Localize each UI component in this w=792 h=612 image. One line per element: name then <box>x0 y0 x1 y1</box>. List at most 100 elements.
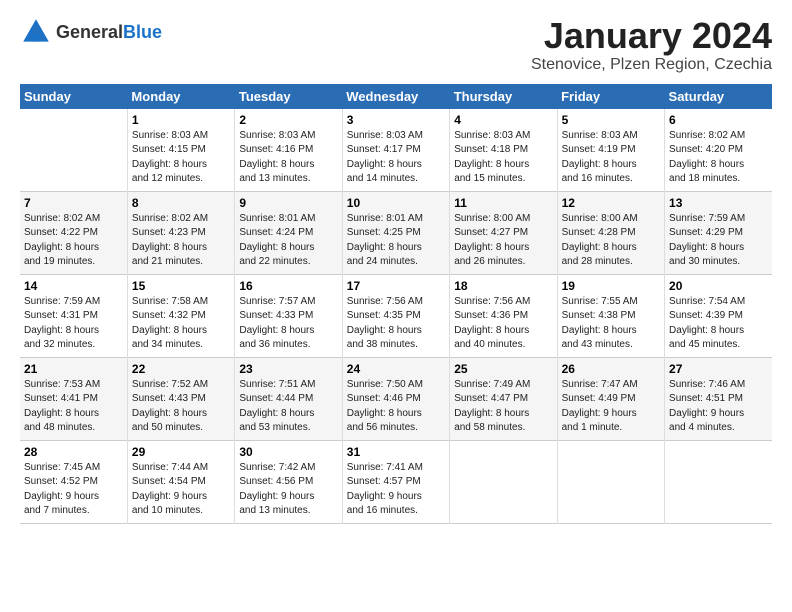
calendar-cell: 1Sunrise: 8:03 AM Sunset: 4:15 PM Daylig… <box>127 109 234 192</box>
calendar-cell: 11Sunrise: 8:00 AM Sunset: 4:27 PM Dayli… <box>450 191 557 274</box>
weekday-header-row: SundayMondayTuesdayWednesdayThursdayFrid… <box>20 84 772 109</box>
calendar-cell: 25 Sunrise: 7:49 AM Sunset: 4:47 PM Dayli… <box>450 357 557 440</box>
calendar-cell <box>20 109 127 192</box>
logo-icon <box>20 16 52 48</box>
day-info: Sunrise: 7:52 AM Sunset: 4:43 PM Dayligh… <box>132 378 230 436</box>
day-info: Sunrise: 7:59 AM Sunset: 4:29 PM Dayligh… <box>669 212 768 270</box>
day-info: Sunrise: 7:46 AM Sunset: 4:51 PM Dayligh… <box>669 378 768 436</box>
calendar-cell: 2Sunrise: 8:03 AM Sunset: 4:16 PM Daylig… <box>235 109 342 192</box>
calendar-cell: 10Sunrise: 8:01 AM Sunset: 4:25 PM Dayli… <box>342 191 449 274</box>
day-number: 9 <box>239 196 337 210</box>
logo: GeneralBlue <box>20 16 162 48</box>
logo-general: General <box>56 22 123 42</box>
calendar-cell: 15 Sunrise: 7:58 AM Sunset: 4:32 PM Dayli… <box>127 274 234 357</box>
calendar-cell: 4 Sunrise: 8:03 AM Sunset: 4:18 PM Daylig… <box>450 109 557 192</box>
calendar-cell: 17 Sunrise: 7:56 AM Sunset: 4:35 PM Dayli… <box>342 274 449 357</box>
day-number: 22 <box>132 362 230 376</box>
weekday-header-monday: Monday <box>127 84 234 109</box>
day-number: 16 <box>239 279 337 293</box>
day-number: 13 <box>669 196 768 210</box>
day-number: 25 <box>454 362 552 376</box>
day-info: Sunrise: 7:41 AM Sunset: 4:57 PM Dayligh… <box>347 461 445 519</box>
day-number: 31 <box>347 445 445 459</box>
calendar-cell: 23 Sunrise: 7:51 AM Sunset: 4:44 PM Dayli… <box>235 357 342 440</box>
calendar-cell: 21 Sunrise: 7:53 AM Sunset: 4:41 PM Dayli… <box>20 357 127 440</box>
day-number: 15 <box>132 279 230 293</box>
calendar-cell: 16Sunrise: 7:57 AM Sunset: 4:33 PM Dayli… <box>235 274 342 357</box>
logo-text: GeneralBlue <box>56 22 162 43</box>
day-info: Sunrise: 8:03 AM Sunset: 4:19 PM Dayligh… <box>562 129 660 187</box>
day-number: 4 <box>454 113 552 127</box>
day-number: 27 <box>669 362 768 376</box>
day-info: Sunrise: 7:56 AM Sunset: 4:36 PM Dayligh… <box>454 295 552 353</box>
day-number: 21 <box>24 362 123 376</box>
day-info: Sunrise: 7:56 AM Sunset: 4:35 PM Dayligh… <box>347 295 445 353</box>
calendar-cell: 20 Sunrise: 7:54 AM Sunset: 4:39 PM Dayli… <box>665 274 772 357</box>
calendar-cell: 12Sunrise: 8:00 AM Sunset: 4:28 PM Dayli… <box>557 191 664 274</box>
calendar-row-1: 7 Sunrise: 8:02 AM Sunset: 4:22 PM Daylig… <box>20 191 772 274</box>
day-info: Sunrise: 8:03 AM Sunset: 4:18 PM Dayligh… <box>454 129 552 187</box>
header: GeneralBlue January 2024 Stenovice, Plze… <box>20 16 772 74</box>
calendar-cell: 18 Sunrise: 7:56 AM Sunset: 4:36 PM Dayli… <box>450 274 557 357</box>
calendar-title: January 2024 <box>531 16 772 56</box>
weekday-header-wednesday: Wednesday <box>342 84 449 109</box>
day-info: Sunrise: 7:54 AM Sunset: 4:39 PM Dayligh… <box>669 295 768 353</box>
day-info: Sunrise: 8:01 AM Sunset: 4:24 PM Dayligh… <box>239 212 337 270</box>
calendar-location: Stenovice, Plzen Region, Czechia <box>531 56 772 74</box>
day-number: 23 <box>239 362 337 376</box>
day-info: Sunrise: 7:45 AM Sunset: 4:52 PM Dayligh… <box>24 461 123 519</box>
calendar-cell: 7 Sunrise: 8:02 AM Sunset: 4:22 PM Daylig… <box>20 191 127 274</box>
calendar-cell: 3 Sunrise: 8:03 AM Sunset: 4:17 PM Daylig… <box>342 109 449 192</box>
day-info: Sunrise: 7:53 AM Sunset: 4:41 PM Dayligh… <box>24 378 123 436</box>
calendar-cell: 14Sunrise: 7:59 AM Sunset: 4:31 PM Dayli… <box>20 274 127 357</box>
day-info: Sunrise: 8:02 AM Sunset: 4:22 PM Dayligh… <box>24 212 123 270</box>
day-number: 20 <box>669 279 768 293</box>
day-number: 26 <box>562 362 660 376</box>
day-info: Sunrise: 8:02 AM Sunset: 4:23 PM Dayligh… <box>132 212 230 270</box>
calendar-table: SundayMondayTuesdayWednesdayThursdayFrid… <box>20 84 772 524</box>
day-number: 3 <box>347 113 445 127</box>
weekday-header-sunday: Sunday <box>20 84 127 109</box>
day-info: Sunrise: 7:49 AM Sunset: 4:47 PM Dayligh… <box>454 378 552 436</box>
calendar-cell: 22 Sunrise: 7:52 AM Sunset: 4:43 PM Dayli… <box>127 357 234 440</box>
day-number: 19 <box>562 279 660 293</box>
calendar-cell: 28Sunrise: 7:45 AM Sunset: 4:52 PM Dayli… <box>20 440 127 523</box>
day-number: 18 <box>454 279 552 293</box>
calendar-cell: 26 Sunrise: 7:47 AM Sunset: 4:49 PM Dayli… <box>557 357 664 440</box>
calendar-cell: 24 Sunrise: 7:50 AM Sunset: 4:46 PM Dayli… <box>342 357 449 440</box>
day-info: Sunrise: 8:03 AM Sunset: 4:16 PM Dayligh… <box>239 129 337 187</box>
day-info: Sunrise: 7:58 AM Sunset: 4:32 PM Dayligh… <box>132 295 230 353</box>
calendar-cell <box>557 440 664 523</box>
day-number: 8 <box>132 196 230 210</box>
calendar-cell: 8 Sunrise: 8:02 AM Sunset: 4:23 PM Daylig… <box>127 191 234 274</box>
day-info: Sunrise: 7:55 AM Sunset: 4:38 PM Dayligh… <box>562 295 660 353</box>
day-info: Sunrise: 8:03 AM Sunset: 4:17 PM Dayligh… <box>347 129 445 187</box>
calendar-cell <box>450 440 557 523</box>
calendar-row-4: 28Sunrise: 7:45 AM Sunset: 4:52 PM Dayli… <box>20 440 772 523</box>
calendar-cell: 27 Sunrise: 7:46 AM Sunset: 4:51 PM Dayli… <box>665 357 772 440</box>
calendar-row-3: 21 Sunrise: 7:53 AM Sunset: 4:41 PM Dayli… <box>20 357 772 440</box>
weekday-header-thursday: Thursday <box>450 84 557 109</box>
logo-blue: Blue <box>123 22 162 42</box>
calendar-cell <box>665 440 772 523</box>
day-info: Sunrise: 7:59 AM Sunset: 4:31 PM Dayligh… <box>24 295 123 353</box>
day-number: 17 <box>347 279 445 293</box>
day-number: 1 <box>132 113 230 127</box>
day-info: Sunrise: 8:02 AM Sunset: 4:20 PM Dayligh… <box>669 129 768 187</box>
calendar-cell: 19 Sunrise: 7:55 AM Sunset: 4:38 PM Dayli… <box>557 274 664 357</box>
day-number: 24 <box>347 362 445 376</box>
day-number: 7 <box>24 196 123 210</box>
calendar-row-0: 1Sunrise: 8:03 AM Sunset: 4:15 PM Daylig… <box>20 109 772 192</box>
day-number: 29 <box>132 445 230 459</box>
day-info: Sunrise: 7:47 AM Sunset: 4:49 PM Dayligh… <box>562 378 660 436</box>
day-info: Sunrise: 8:00 AM Sunset: 4:27 PM Dayligh… <box>454 212 552 270</box>
day-number: 6 <box>669 113 768 127</box>
day-info: Sunrise: 7:50 AM Sunset: 4:46 PM Dayligh… <box>347 378 445 436</box>
weekday-header-tuesday: Tuesday <box>235 84 342 109</box>
page: GeneralBlue January 2024 Stenovice, Plze… <box>0 0 792 534</box>
day-info: Sunrise: 7:51 AM Sunset: 4:44 PM Dayligh… <box>239 378 337 436</box>
day-info: Sunrise: 8:00 AM Sunset: 4:28 PM Dayligh… <box>562 212 660 270</box>
calendar-cell: 29Sunrise: 7:44 AM Sunset: 4:54 PM Dayli… <box>127 440 234 523</box>
calendar-cell: 6 Sunrise: 8:02 AM Sunset: 4:20 PM Daylig… <box>665 109 772 192</box>
calendar-cell: 5Sunrise: 8:03 AM Sunset: 4:19 PM Daylig… <box>557 109 664 192</box>
